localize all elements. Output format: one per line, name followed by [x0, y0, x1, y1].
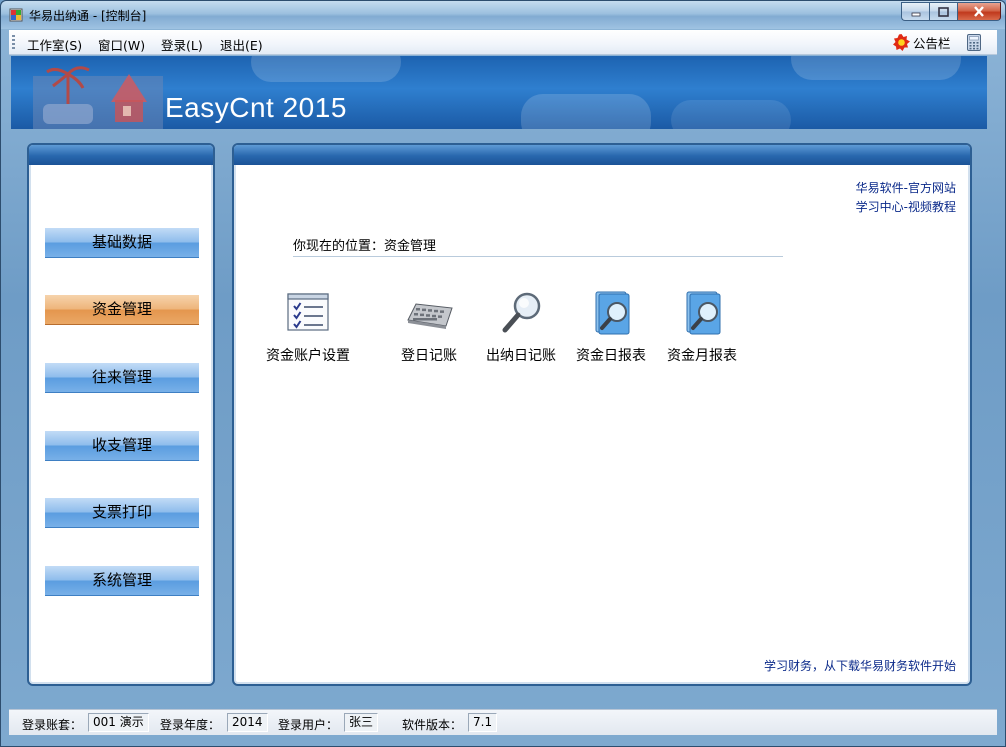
window-title: 华易出纳通 - [控制台] — [29, 9, 147, 23]
tool-fund-account-setup[interactable]: 资金账户设置 — [260, 290, 356, 365]
status-account-label: 登录账套： — [22, 718, 83, 732]
menu-item-exit[interactable]: 退出(E) — [220, 35, 263, 54]
notice-board-button[interactable]: 公告栏 — [893, 33, 951, 52]
window-controls — [901, 2, 1001, 21]
nav-item-check-printing[interactable]: 支票打印 — [45, 498, 199, 528]
tool-label: 资金账户设置 — [266, 348, 350, 364]
main-panel-header — [234, 145, 970, 165]
keyboard-icon — [407, 303, 453, 329]
nav-item-accounts-management[interactable]: 往来管理 — [45, 363, 199, 393]
status-version-label: 软件版本： — [402, 718, 463, 732]
menu-item-window[interactable]: 窗口(W) — [98, 35, 145, 54]
nav-item-basic-data[interactable]: 基础数据 — [45, 228, 199, 258]
official-site-link[interactable]: 华易软件-官方网站 — [856, 179, 956, 196]
app-window: 华易出纳通 - [控制台] 工作室(S) 窗口(W) 登录(L) 退出(E) 公… — [0, 0, 1006, 747]
menu-grip[interactable] — [12, 35, 15, 50]
checklist-icon — [287, 293, 329, 331]
nav-item-income-expense-management[interactable]: 收支管理 — [45, 431, 199, 461]
tutorial-link[interactable]: 学习中心-视频教程 — [856, 198, 956, 215]
tool-cashier-journal[interactable]: 出纳日记账 — [473, 290, 569, 365]
banner: EasyCnt 2015 — [11, 56, 987, 129]
maximize-icon — [938, 6, 949, 17]
nav-item-fund-management[interactable]: 资金管理 — [45, 295, 199, 325]
banner-decoration — [521, 94, 651, 129]
tool-label: 登日记账 — [401, 348, 457, 364]
banner-decoration — [671, 100, 791, 129]
calculator-icon[interactable] — [966, 34, 982, 51]
navigation-panel: 基础数据 资金管理 往来管理 收支管理 支票打印 系统管理 — [27, 143, 215, 686]
menu-bar: 工作室(S) 窗口(W) 登录(L) 退出(E) 公告栏 — [9, 30, 997, 55]
navigation-panel-header — [29, 145, 213, 165]
main-panel: 华易软件-官方网站 学习中心-视频教程 你现在的位置：资金管理 资金账户设置 登… — [232, 143, 972, 686]
app-icon — [9, 8, 23, 22]
status-user-value: 张三 — [344, 713, 379, 732]
tool-fund-daily-report[interactable]: 资金日报表 — [563, 290, 659, 365]
status-user-label: 登录用户： — [278, 718, 339, 732]
download-promo-link[interactable]: 学习财务，从下载华易财务软件开始 — [764, 657, 956, 674]
status-version-value: 7.1 — [468, 713, 498, 732]
location-breadcrumb: 你现在的位置：资金管理 — [293, 235, 783, 257]
menu-item-login[interactable]: 登录(L) — [161, 35, 203, 54]
menu-item-workroom[interactable]: 工作室(S) — [27, 35, 82, 54]
tool-fund-monthly-report[interactable]: 资金月报表 — [654, 290, 750, 365]
new-badge-icon — [893, 34, 910, 51]
close-button[interactable] — [957, 2, 1001, 21]
tool-journal-entry[interactable]: 登日记账 — [381, 290, 477, 365]
magnifier-icon — [502, 292, 541, 333]
status-bar: 登录账套： 001 演示 登录年度： 2014 登录用户： 张三 软件版本： 7… — [9, 709, 997, 735]
tool-label: 出纳日记账 — [486, 348, 556, 364]
report-search-icon — [686, 291, 721, 335]
tool-label: 资金日报表 — [576, 348, 646, 364]
maximize-button[interactable] — [929, 2, 957, 21]
status-account-value: 001 演示 — [88, 713, 149, 732]
status-year-value: 2014 — [227, 713, 268, 732]
minimize-icon — [911, 12, 920, 16]
nav-item-system-management[interactable]: 系统管理 — [45, 566, 199, 596]
minimize-button[interactable] — [901, 2, 929, 21]
close-icon — [974, 6, 984, 17]
banner-title: EasyCnt 2015 — [165, 92, 347, 123]
notice-board-label: 公告栏 — [913, 36, 951, 51]
status-year-label: 登录年度： — [160, 718, 221, 732]
banner-decoration — [791, 56, 961, 80]
report-search-icon — [595, 291, 630, 335]
tool-label: 资金月报表 — [667, 348, 737, 364]
title-bar[interactable]: 华易出纳通 - [控制台] — [1, 1, 1005, 29]
banner-logo-art — [33, 66, 163, 129]
banner-decoration — [251, 56, 401, 82]
